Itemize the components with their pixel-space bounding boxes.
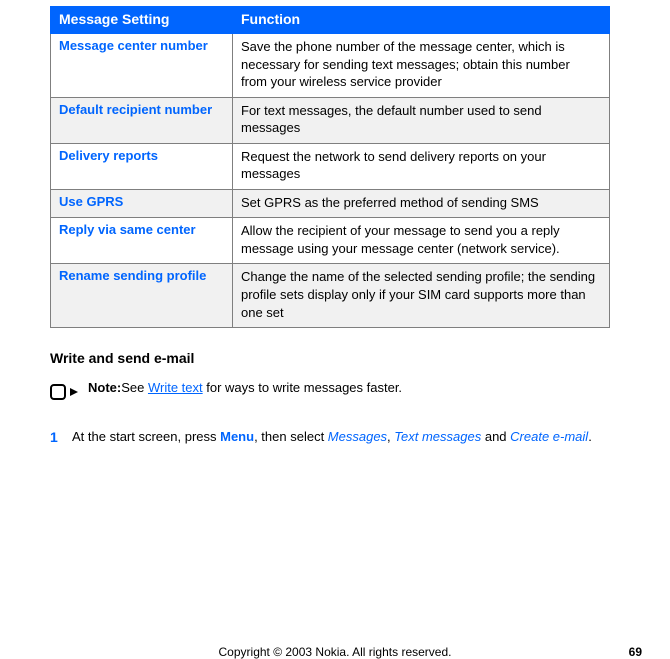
setting-name-cell: Reply via same center <box>51 218 233 264</box>
function-cell: Set GPRS as the preferred method of send… <box>233 189 610 218</box>
link-text-messages[interactable]: Text messages <box>394 429 481 444</box>
step-frag: . <box>588 429 592 444</box>
step-frag: At the start screen, press <box>72 429 220 444</box>
section-heading: Write and send e-mail <box>50 350 640 366</box>
step-frag: and <box>481 429 510 444</box>
page-number: 69 <box>629 645 642 659</box>
setting-name-cell: Rename sending profile <box>51 264 233 328</box>
table-row: Use GPRSSet GPRS as the preferred method… <box>51 189 610 218</box>
table-row: Delivery reportsRequest the network to s… <box>51 143 610 189</box>
table-row: Reply via same centerAllow the recipient… <box>51 218 610 264</box>
table-row: Default recipient numberFor text message… <box>51 97 610 143</box>
menu-keyword: Menu <box>220 429 254 444</box>
function-cell: Allow the recipient of your message to s… <box>233 218 610 264</box>
note-arrow-icon <box>50 382 78 405</box>
note-block: Note:See Write text for ways to write me… <box>50 380 640 405</box>
note-after: for ways to write messages faster. <box>203 380 402 395</box>
function-cell: For text messages, the default number us… <box>233 97 610 143</box>
link-messages[interactable]: Messages <box>328 429 387 444</box>
table-row: Message center numberSave the phone numb… <box>51 34 610 98</box>
step-1: 1 At the start screen, press Menu, then … <box>50 427 640 449</box>
note-label: Note: <box>88 380 121 395</box>
header-setting: Message Setting <box>51 7 233 34</box>
setting-name-cell: Delivery reports <box>51 143 233 189</box>
note-before: See <box>121 380 148 395</box>
header-function: Function <box>233 7 610 34</box>
function-cell: Change the name of the selected sending … <box>233 264 610 328</box>
step-number: 1 <box>50 427 72 449</box>
note-text: Note:See Write text for ways to write me… <box>88 380 402 395</box>
step-frag: , then select <box>254 429 328 444</box>
note-link-write-text[interactable]: Write text <box>148 380 203 395</box>
setting-name-cell: Message center number <box>51 34 233 98</box>
copyright-text: Copyright © 2003 Nokia. All rights reser… <box>0 645 670 659</box>
step-text: At the start screen, press Menu, then se… <box>72 427 592 447</box>
setting-name-cell: Use GPRS <box>51 189 233 218</box>
link-create-email[interactable]: Create e-mail <box>510 429 588 444</box>
table-row: Rename sending profileChange the name of… <box>51 264 610 328</box>
function-cell: Request the network to send delivery rep… <box>233 143 610 189</box>
setting-name-cell: Default recipient number <box>51 97 233 143</box>
function-cell: Save the phone number of the message cen… <box>233 34 610 98</box>
settings-table: Message Setting Function Message center … <box>50 6 610 328</box>
